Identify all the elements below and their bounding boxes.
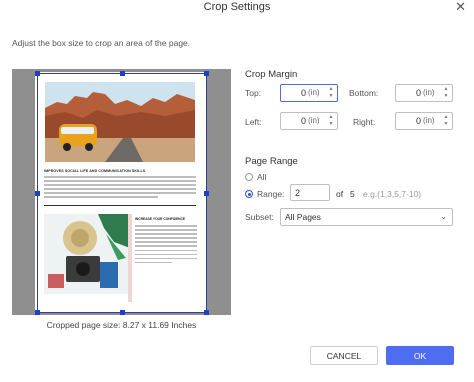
top-margin-value: 0	[301, 88, 307, 98]
subset-value: All Pages	[285, 212, 321, 222]
right-label: Right:	[353, 117, 376, 127]
right-margin-value: 0	[416, 116, 422, 126]
cancel-button[interactable]: CANCEL	[310, 346, 378, 365]
subset-select[interactable]: All Pages ⌄	[280, 208, 453, 226]
instruction-text: Adjust the box size to crop an area of t…	[12, 38, 191, 48]
bottom-margin-input[interactable]: 0 (in) ▲ ▼	[395, 84, 453, 102]
left-margin-unit: (in)	[308, 116, 320, 125]
crop-handle-bottom-right[interactable]	[204, 310, 209, 315]
dialog-title: Crop Settings	[203, 1, 271, 13]
of-label: of	[336, 189, 344, 199]
range-input[interactable]: 2	[290, 184, 330, 201]
left-margin-input[interactable]: 0 (in) ▲ ▼	[280, 112, 338, 130]
caret-down-icon[interactable]: ▼	[442, 93, 450, 100]
all-pages-radio[interactable]	[245, 173, 253, 181]
range-hint: e.g.(1,3,5,7-10)	[363, 189, 422, 199]
bottom-label: Bottom:	[349, 88, 379, 98]
left-margin-value: 0	[301, 116, 307, 126]
right-margin-unit: (in)	[423, 116, 435, 125]
crop-margin-heading: Crop Margin	[245, 69, 298, 80]
caret-up-icon[interactable]: ▲	[327, 86, 335, 93]
page-preview: IMPROVES SOCIAL LIFE AND COMMUNICATION S…	[12, 69, 231, 315]
top-margin-unit: (in)	[308, 88, 320, 97]
caret-down-icon[interactable]: ▼	[327, 121, 335, 128]
crop-handle-top-right[interactable]	[204, 71, 209, 76]
dialog-title-bar: Crop Settings ✕	[0, 0, 474, 18]
crop-box[interactable]	[35, 71, 209, 315]
top-label: Top:	[245, 88, 262, 98]
bottom-margin-unit: (in)	[423, 88, 435, 97]
crop-handle-bottom-left[interactable]	[35, 310, 40, 315]
total-pages: 5	[350, 189, 355, 199]
close-icon[interactable]: ✕	[455, 0, 466, 13]
caret-up-icon[interactable]: ▲	[442, 114, 450, 121]
ok-button[interactable]: OK	[386, 346, 454, 365]
caret-up-icon[interactable]: ▲	[442, 86, 450, 93]
caret-down-icon[interactable]: ▼	[442, 121, 450, 128]
crop-handle-top-left[interactable]	[35, 71, 40, 76]
chevron-down-icon: ⌄	[440, 212, 447, 221]
crop-handle-left[interactable]	[35, 191, 40, 196]
all-pages-label[interactable]: All	[257, 172, 266, 182]
crop-handle-right[interactable]	[204, 191, 209, 196]
bottom-margin-value: 0	[416, 88, 422, 98]
left-label: Left:	[245, 117, 262, 127]
caret-up-icon[interactable]: ▲	[327, 114, 335, 121]
caret-down-icon[interactable]: ▼	[327, 93, 335, 100]
crop-handle-bottom[interactable]	[120, 310, 125, 315]
range-radio[interactable]	[245, 190, 253, 198]
cropped-size-label: Cropped page size: 8.27 x 11.69 Inches	[46, 320, 197, 330]
right-margin-input[interactable]: 0 (in) ▲ ▼	[395, 112, 453, 130]
subset-label: Subset:	[245, 212, 274, 222]
page-range-heading: Page Range	[245, 156, 298, 167]
top-margin-input[interactable]: 0 (in) ▲ ▼	[280, 84, 338, 102]
range-label[interactable]: Range:	[257, 189, 284, 199]
crop-handle-top[interactable]	[120, 71, 125, 76]
